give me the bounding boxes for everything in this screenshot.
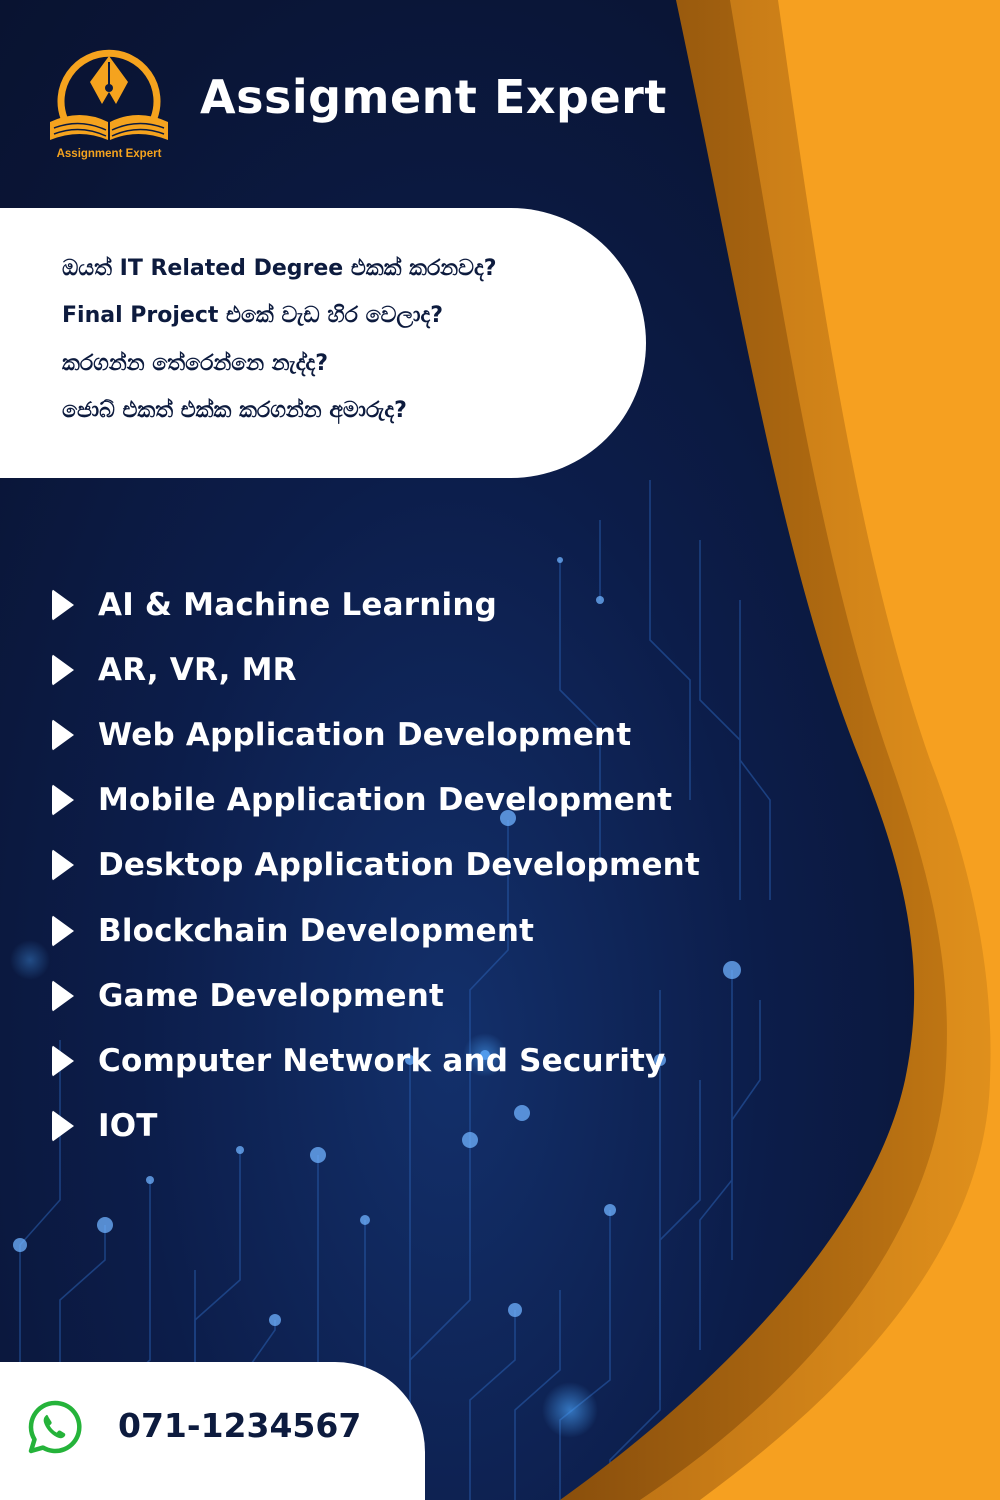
poster: Assignment Expert Assigment Expert ඔයත් … [0,0,1000,1500]
question-text: කරගන්න තේරෙන්නෙ නැද්ද? [62,351,329,376]
service-label: Web Application Development [98,716,632,753]
list-item: AI & Machine Learning [52,572,752,637]
service-label: Computer Network and Security [98,1042,666,1079]
play-arrow-icon [52,653,74,686]
whatsapp-icon[interactable] [28,1400,82,1454]
list-item: AR, VR, MR [52,637,752,702]
question-text: Final Project එකේ වැඩ හිර වෙලාද? [62,303,443,328]
list-item: IOT [52,1094,752,1159]
list-item: Game Development [52,963,752,1028]
services-list: AI & Machine Learning AR, VR, MR Web App… [52,572,752,1159]
play-arrow-icon [52,849,74,882]
play-arrow-icon [52,1044,74,1077]
question-panel: ඔයත් IT Related Degree එකක් කරනවද? Final… [0,208,646,478]
question-text: ඔයත් IT Related Degree එකක් කරනවද? [62,256,497,281]
phone-number[interactable]: 071-1234567 [118,1406,361,1445]
list-item: Web Application Development [52,702,752,767]
play-arrow-icon [52,979,74,1012]
question-text: ජොබ් එකත් එක්ක කරගන්න අමාරුද? [62,398,407,423]
contact-panel: 071-1234567 [0,1362,425,1500]
service-label: Game Development [98,977,445,1014]
play-arrow-icon [52,784,74,817]
service-label: AI & Machine Learning [98,586,498,623]
service-label: Mobile Application Development [98,782,673,819]
play-arrow-icon [52,914,74,947]
list-item: Computer Network and Security [52,1028,752,1093]
list-item: Mobile Application Development [52,768,752,833]
service-label: Blockchain Development [98,912,535,949]
brand-title: Assigment Expert [200,70,667,124]
service-label: IOT [98,1108,158,1145]
service-label: AR, VR, MR [98,651,297,688]
service-label: Desktop Application Development [98,847,700,884]
brand-logo: Assignment Expert [46,48,172,168]
logo-text: Assignment Expert [56,148,162,160]
play-arrow-icon [52,1110,74,1143]
play-arrow-icon [52,588,74,621]
list-item: Blockchain Development [52,898,752,963]
play-arrow-icon [52,718,74,751]
open-book-pen-nib-icon [50,49,168,140]
list-item: Desktop Application Development [52,833,752,898]
